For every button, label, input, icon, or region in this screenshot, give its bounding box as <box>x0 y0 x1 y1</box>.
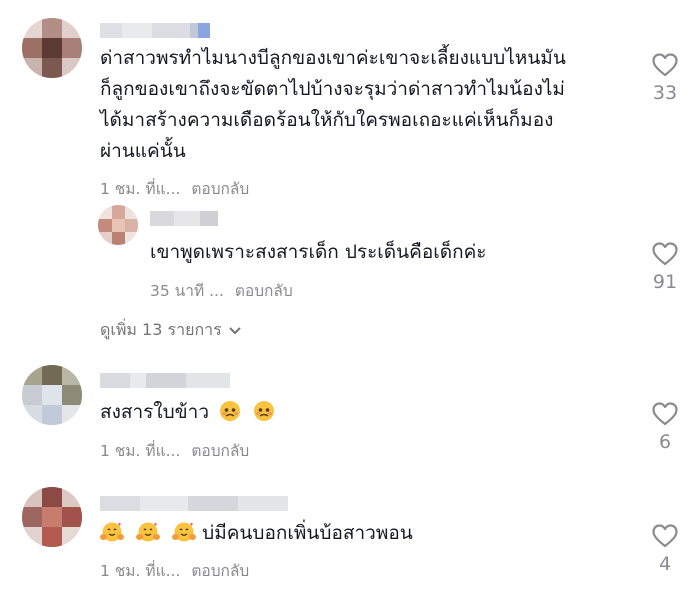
comment-time: 1 ชม. ที่แ... <box>100 562 181 580</box>
comment-meta: 1 ชม. ที่แ... ตอบกลับ <box>100 558 255 583</box>
heart-icon <box>652 242 678 266</box>
sad-face-emoji-icon <box>220 401 241 421</box>
like-button[interactable]: 91 <box>645 242 685 292</box>
comment-body: สงสารใบข้าว <box>100 401 210 423</box>
comment-line: ผ่านแค่นั้น <box>100 140 186 162</box>
comment-text: ด่าสาวพรทำไมนางบีลูกของเขาค่ะเขาจะเลี้ยง… <box>100 43 566 167</box>
heart-icon <box>652 402 678 426</box>
reply-button[interactable]: ตอบกลับ <box>191 562 249 580</box>
view-more-replies-button[interactable]: ดูเพิ่ม 13 รายการ <box>100 318 242 343</box>
comment-line: ก็ลูกของเขาถึงจะขัดตาไปบ้างจะรุมว่าด่าสา… <box>100 78 565 100</box>
chevron-down-icon <box>228 326 241 334</box>
sad-face-emoji-icon <box>254 401 275 421</box>
avatar[interactable] <box>22 18 82 78</box>
username-blurred[interactable] <box>100 496 288 511</box>
comment-body: บ่มีคนบอกเพิ่นบ้อสาวพอน <box>202 522 413 544</box>
username-blurred[interactable] <box>150 211 218 226</box>
avatar[interactable] <box>98 205 138 245</box>
view-more-label: ดูเพิ่ม 13 รายการ <box>100 320 222 339</box>
hugging-face-emoji-icon <box>100 522 124 542</box>
comment-time: 1 ชม. ที่แ... <box>100 180 181 198</box>
comment-text: บ่มีคนบอกเพิ่นบ้อสาวพอน <box>100 518 413 549</box>
heart-icon <box>652 53 678 77</box>
comment-time: 1 ชม. ที่แ... <box>100 442 181 460</box>
username-blurred[interactable] <box>100 23 210 38</box>
avatar[interactable] <box>22 487 82 547</box>
like-button[interactable]: 6 <box>645 402 685 452</box>
comment-line: ด่าสาวพรทำไมนางบีลูกของเขาค่ะเขาจะเลี้ยง… <box>100 47 566 69</box>
like-button[interactable]: 4 <box>645 524 685 574</box>
comment-meta: 1 ชม. ที่แ... ตอบกลับ <box>100 438 255 463</box>
username-blurred[interactable] <box>100 373 230 388</box>
like-count: 6 <box>658 431 672 453</box>
hugging-face-emoji-icon <box>136 522 161 542</box>
reply-button[interactable]: ตอบกลับ <box>235 282 293 300</box>
comment-text: สงสารใบข้าว <box>100 397 275 428</box>
like-count: 33 <box>652 82 678 104</box>
comment-meta: 1 ชม. ที่แ... ตอบกลับ <box>100 176 255 201</box>
like-count: 4 <box>658 553 672 575</box>
reply-text: เขาพูดเพราะสงสารเด็ก ประเด็นคือเด็กค่ะ <box>150 241 487 263</box>
like-button[interactable]: 33 <box>645 53 685 103</box>
heart-icon <box>652 524 678 548</box>
reply-time: 35 นาที ... <box>150 282 224 300</box>
hugging-face-emoji-icon <box>172 522 197 542</box>
reply-button[interactable]: ตอบกลับ <box>191 442 249 460</box>
avatar[interactable] <box>22 365 82 425</box>
reply-meta: 35 นาที ... ตอบกลับ <box>150 278 299 303</box>
reply-button[interactable]: ตอบกลับ <box>191 180 249 198</box>
like-count: 91 <box>652 271 678 293</box>
comment-line: ได้มาสร้างความเดือดร้อนให้กับใครพอเถอะแค… <box>100 109 554 131</box>
